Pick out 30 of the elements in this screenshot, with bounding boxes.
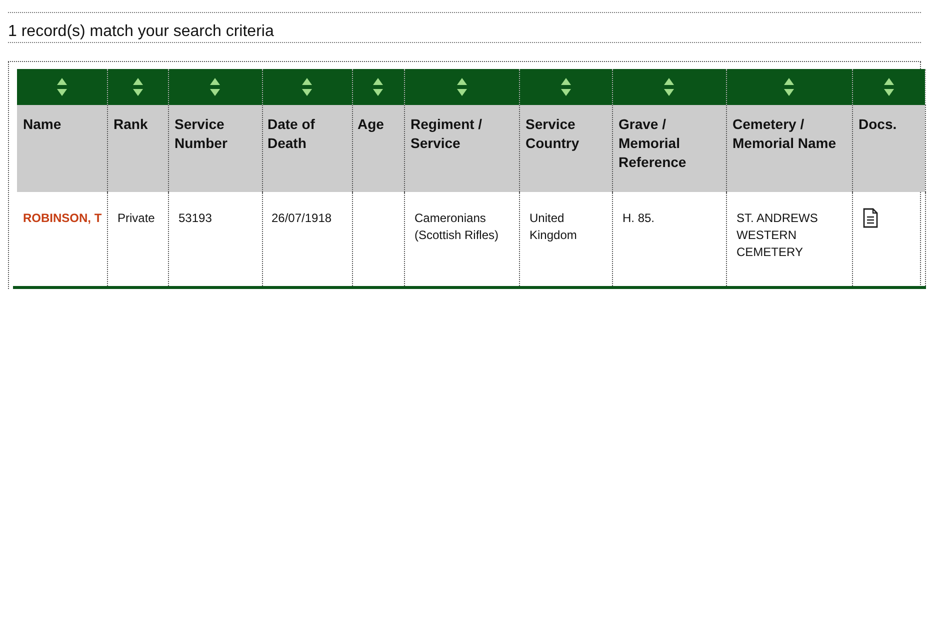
column-header: Date of Death xyxy=(268,116,315,151)
column-header: Service Number xyxy=(174,116,228,151)
table-cell: Private xyxy=(118,211,155,225)
table-cell: 53193 xyxy=(178,211,212,225)
sort-icon[interactable] xyxy=(302,78,312,96)
column-header: Grave / Memorial Reference xyxy=(618,116,686,170)
sort-icon[interactable] xyxy=(373,78,383,96)
column-header: Service Country xyxy=(526,116,580,151)
column-header: Cemetery / Memorial Name xyxy=(732,116,836,151)
document-icon[interactable] xyxy=(862,208,878,228)
sort-icon[interactable] xyxy=(560,78,570,96)
sort-icon[interactable] xyxy=(884,78,894,96)
column-header: Rank xyxy=(114,116,148,132)
sort-icon[interactable] xyxy=(56,78,67,96)
table-cell: 26/07/1918 xyxy=(272,211,332,225)
sort-icon[interactable] xyxy=(210,78,220,96)
sort-icon[interactable] xyxy=(664,78,674,96)
table-cell: Cameronians (Scottish Rifles) xyxy=(414,211,499,242)
table-cell: ST. ANDREWS WESTERN CEMETERY xyxy=(736,211,818,259)
column-header: Regiment / Service xyxy=(410,116,482,151)
name-link[interactable]: ROBINSON, T xyxy=(23,211,102,225)
column-header: Age xyxy=(358,116,384,132)
sort-icon[interactable] xyxy=(784,78,794,96)
column-header: Docs. xyxy=(858,116,897,132)
sort-icon[interactable] xyxy=(132,78,142,96)
column-header: Name xyxy=(23,116,62,132)
sort-icon[interactable] xyxy=(456,78,466,96)
table-cell: United Kingdom xyxy=(530,211,577,242)
results-summary: 1 record(s) match your search criteria xyxy=(8,22,274,42)
table-cell: H. 85. xyxy=(622,211,655,225)
